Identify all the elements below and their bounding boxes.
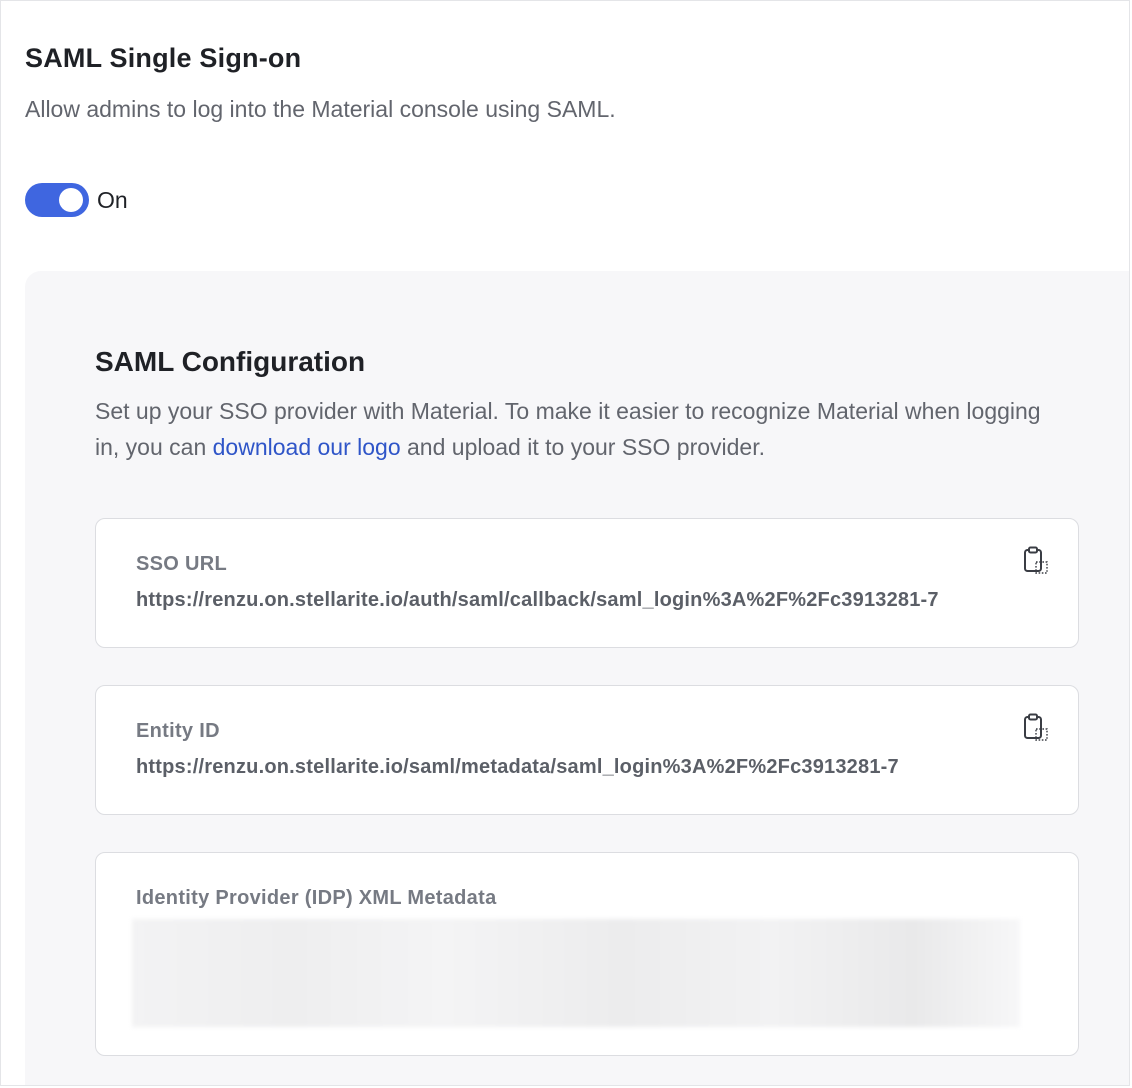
page-subtitle: Allow admins to log into the Material co… [25,96,616,122]
config-description: Set up your SSO provider with Material. … [95,393,1055,465]
copy-sso-url-button[interactable] [1020,545,1052,577]
page-title: SAML Single Sign-on [25,43,302,73]
saml-settings-page: SAML Single Sign-on Allow admins to log … [0,0,1130,1086]
saml-enable-toggle[interactable] [25,183,89,217]
clipboard-copy-icon [1024,546,1048,574]
saml-toggle-row[interactable]: On [25,183,128,217]
idp-xml-metadata-label: Identity Provider (IDP) XML Metadata [136,887,497,909]
entity-id-value[interactable]: https://renzu.on.stellarite.io/saml/meta… [136,756,1010,779]
entity-id-field: Entity ID https://renzu.on.stellarite.io… [95,685,1079,815]
saml-configuration-panel: SAML Configuration Set up your SSO provi… [25,271,1129,1085]
config-title: SAML Configuration [95,346,366,377]
download-logo-link[interactable]: download our logo [213,434,401,460]
sso-url-label: SSO URL [136,553,227,575]
config-desc-text-end: and upload it to your SSO provider. [400,434,766,460]
toggle-state-label: On [97,186,128,213]
entity-id-label: Entity ID [136,720,220,742]
sso-url-field: SSO URL https://renzu.on.stellarite.io/a… [95,518,1079,648]
idp-xml-metadata-value-redacted[interactable] [132,919,1020,1027]
idp-xml-metadata-field: Identity Provider (IDP) XML Metadata [95,852,1079,1056]
copy-entity-id-button[interactable] [1020,712,1052,744]
toggle-knob [59,188,83,212]
sso-url-value[interactable]: https://renzu.on.stellarite.io/auth/saml… [136,589,1010,612]
clipboard-copy-icon [1024,713,1048,741]
